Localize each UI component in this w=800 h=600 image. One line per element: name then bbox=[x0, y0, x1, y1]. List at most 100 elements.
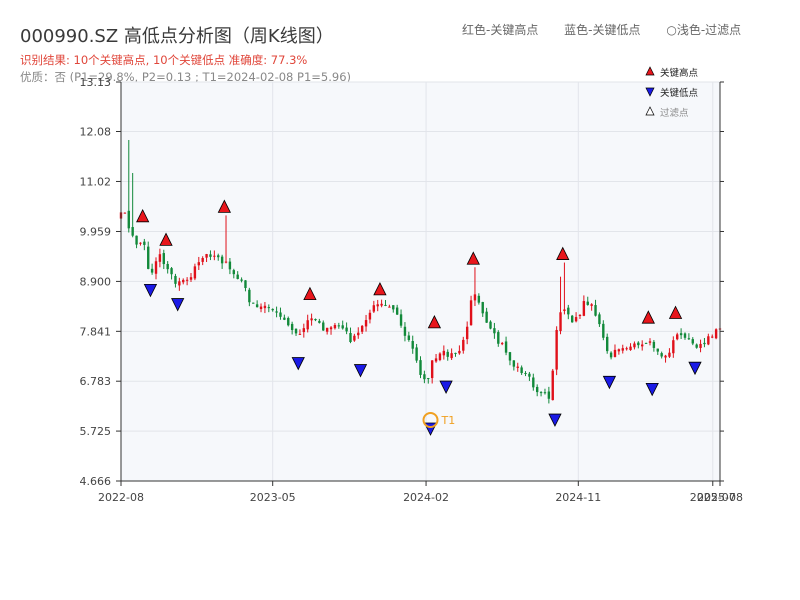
candle-body bbox=[621, 348, 624, 351]
candle-body bbox=[135, 235, 138, 245]
candle-body bbox=[302, 328, 306, 333]
candle-body bbox=[446, 351, 449, 357]
candle-body bbox=[687, 338, 691, 340]
candle-body bbox=[294, 328, 298, 334]
y-tick-label: 9.959 bbox=[80, 225, 112, 238]
candle-body bbox=[672, 340, 675, 354]
y-tick-label: 8.900 bbox=[80, 275, 112, 288]
candle-body bbox=[508, 352, 512, 361]
legend-label: 关键高点 bbox=[660, 67, 699, 79]
candle-body bbox=[220, 256, 224, 264]
candle-body bbox=[563, 309, 566, 311]
y-tick-label: 5.725 bbox=[80, 425, 112, 438]
candle-body bbox=[633, 343, 636, 348]
legend-label: 过滤点 bbox=[660, 107, 689, 119]
candle-body bbox=[224, 261, 228, 263]
y-tick-label: 13.13 bbox=[80, 76, 112, 89]
candle-body bbox=[415, 347, 418, 361]
candlestick-chart: T1 4.666 5.725 6.783 7.841 8.900 9.959 11.02 12… bbox=[80, 66, 743, 504]
candle-body bbox=[586, 301, 589, 305]
candle-body bbox=[143, 241, 146, 245]
candle-body bbox=[123, 212, 127, 214]
candle-body bbox=[290, 323, 294, 331]
candle-body bbox=[427, 378, 430, 380]
candle-body bbox=[590, 304, 593, 306]
candle-body bbox=[567, 307, 570, 315]
candle-body bbox=[252, 302, 255, 304]
candle-body bbox=[388, 306, 391, 308]
candle-body bbox=[189, 277, 193, 280]
candle-body bbox=[368, 312, 372, 320]
candle-body bbox=[458, 350, 461, 354]
candle-body bbox=[547, 391, 551, 399]
candle-body bbox=[617, 349, 621, 352]
candle-body bbox=[625, 348, 628, 350]
candle-body bbox=[524, 372, 527, 374]
x-tick-label: 2024-02 bbox=[403, 491, 449, 504]
candle-body bbox=[283, 317, 286, 320]
candle-body bbox=[287, 318, 290, 326]
candle-body bbox=[399, 314, 403, 326]
x-tick-label: 2025-08 bbox=[697, 491, 743, 504]
candle-body bbox=[170, 268, 173, 275]
candle-body bbox=[131, 227, 134, 236]
candle-body bbox=[279, 312, 282, 317]
legend-marker bbox=[645, 66, 655, 76]
candle-body bbox=[637, 342, 640, 346]
candle-body bbox=[703, 342, 706, 345]
x-tick-label: 2024-11 bbox=[555, 491, 601, 504]
candle-body bbox=[500, 343, 504, 345]
candle-body bbox=[493, 328, 496, 334]
candle-body bbox=[419, 360, 422, 375]
x-tick-label: 2022-08 bbox=[98, 491, 144, 504]
candle-body bbox=[263, 305, 267, 309]
candle-body bbox=[411, 341, 414, 349]
candle-body bbox=[582, 301, 586, 316]
candle-body bbox=[679, 333, 683, 336]
candle-body bbox=[473, 294, 477, 301]
y-tick-label: 4.666 bbox=[80, 475, 112, 488]
candle-body bbox=[185, 279, 189, 281]
candle-body bbox=[193, 266, 197, 279]
candle-body bbox=[477, 295, 481, 303]
candle-body bbox=[232, 270, 235, 275]
candle-body bbox=[489, 321, 492, 329]
candle-body bbox=[150, 268, 154, 273]
candle-body bbox=[528, 373, 531, 377]
candle-body bbox=[395, 307, 399, 315]
candle-body bbox=[201, 258, 204, 262]
candle-body bbox=[543, 392, 547, 394]
candle-body bbox=[714, 329, 718, 339]
candle-body bbox=[271, 308, 274, 311]
candle-body bbox=[683, 333, 687, 338]
candle-body bbox=[438, 353, 442, 361]
candle-body bbox=[423, 374, 426, 380]
candle-body bbox=[570, 315, 574, 323]
candle-body bbox=[668, 352, 671, 357]
candle-body bbox=[244, 280, 247, 289]
candle-body bbox=[236, 274, 239, 279]
candle-body bbox=[578, 314, 582, 316]
y-tick-label: 12.08 bbox=[80, 125, 112, 138]
candle-body bbox=[384, 304, 387, 306]
candle-body bbox=[644, 342, 648, 344]
candle-body bbox=[699, 343, 702, 348]
candle-body bbox=[707, 336, 710, 345]
candle-body bbox=[392, 305, 395, 310]
candle-body bbox=[532, 377, 535, 388]
candle-body bbox=[676, 334, 679, 340]
y-tick-label: 6.783 bbox=[80, 375, 112, 388]
candle-body bbox=[364, 320, 368, 327]
candle-body bbox=[217, 255, 220, 258]
candle-body bbox=[357, 332, 360, 336]
candle-body bbox=[551, 370, 554, 401]
candle-body bbox=[166, 263, 169, 270]
candle-body bbox=[520, 367, 523, 374]
candle-body bbox=[345, 327, 348, 332]
candle-body bbox=[442, 350, 446, 356]
legend-label: 关键低点 bbox=[660, 87, 699, 99]
candle-body bbox=[333, 324, 337, 329]
candle-body bbox=[652, 341, 656, 348]
candle-body bbox=[318, 320, 321, 323]
candle-body bbox=[267, 307, 271, 309]
